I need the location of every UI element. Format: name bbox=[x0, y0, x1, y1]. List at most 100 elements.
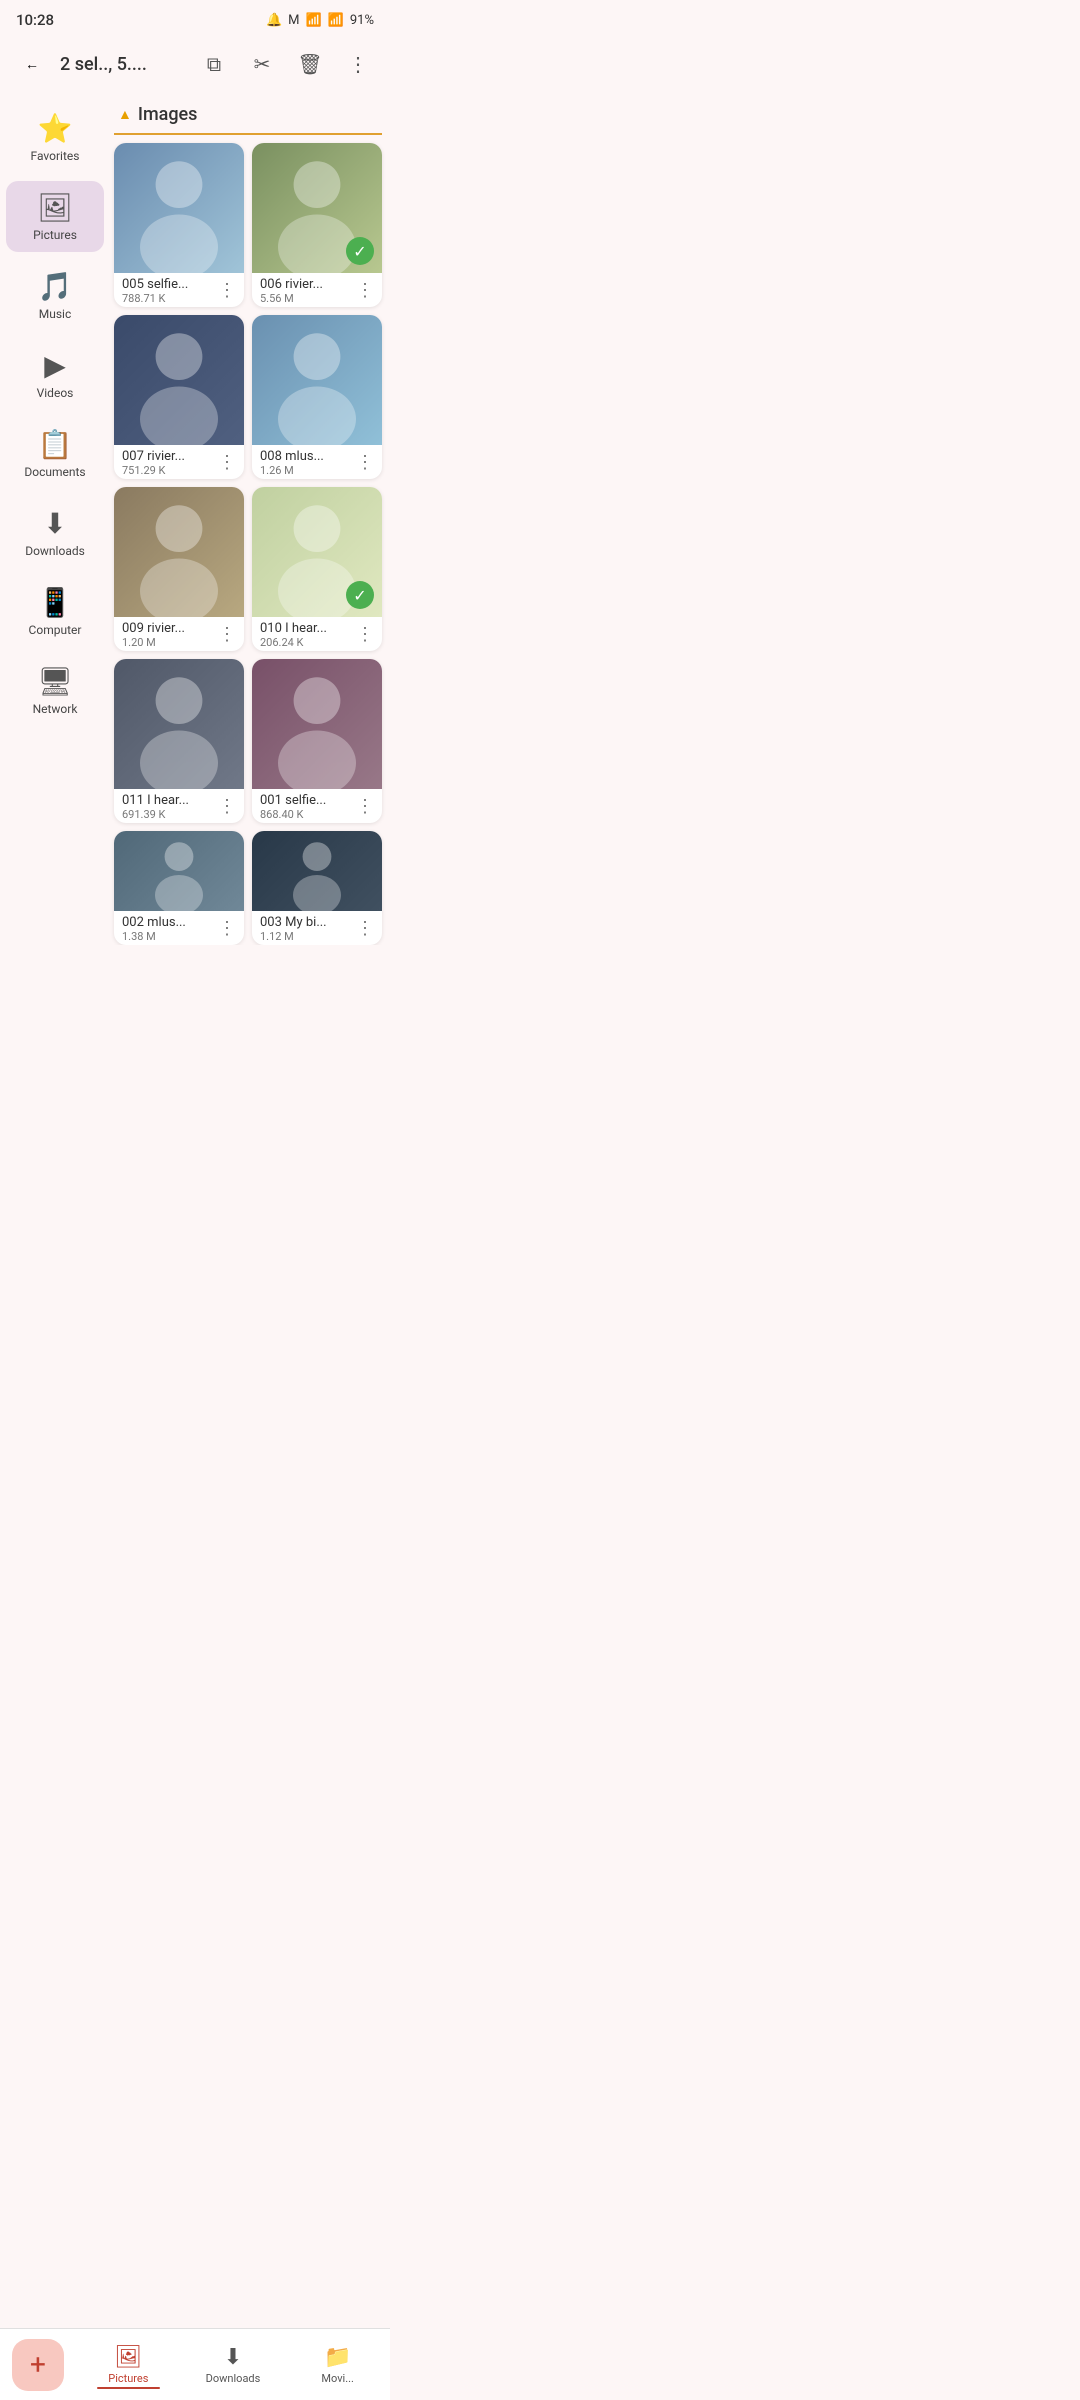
sidebar-item-videos[interactable]: ▶ Videos bbox=[6, 339, 104, 410]
cut-button[interactable]: ✂ bbox=[242, 44, 282, 84]
copy-button[interactable]: ⧉ bbox=[194, 44, 234, 84]
file-area: ▲ Images 005 selfie... 788.71 K ⋮ ✓ 0 bbox=[110, 92, 390, 945]
check-badge-2: ✓ bbox=[346, 237, 374, 265]
music-icon: 🎵 bbox=[38, 270, 73, 303]
file-more-btn-3[interactable]: ⋮ bbox=[218, 454, 236, 472]
sidebar-item-music[interactable]: 🎵 Music bbox=[6, 260, 104, 331]
file-size-10: 1.12 M bbox=[260, 930, 356, 943]
sidebar-item-network[interactable]: 🖥 Network bbox=[6, 655, 104, 726]
downloads-icon: ⬇ bbox=[43, 507, 66, 540]
more-button[interactable]: ⋮ bbox=[338, 44, 378, 84]
delete-icon: 🗑 bbox=[297, 52, 322, 76]
nav-tab-downloads[interactable]: ⬇ Downloads bbox=[181, 2341, 286, 2389]
file-info-9: 002 mlus... 1.38 M ⋮ bbox=[114, 911, 244, 945]
file-name-2: 006 rivier... bbox=[260, 277, 356, 292]
file-thumb-1 bbox=[114, 143, 244, 273]
status-bar: 10:28 🔔 M 📶 📶 91% bbox=[0, 0, 390, 36]
sidebar-label-favorites: Favorites bbox=[31, 149, 80, 163]
file-card-8[interactable]: 001 selfie... 868.40 K ⋮ bbox=[252, 659, 382, 823]
sidebar-item-computer[interactable]: 📱 Computer bbox=[6, 576, 104, 647]
file-more-btn-10[interactable]: ⋮ bbox=[356, 920, 374, 938]
file-thumb-6: ✓ bbox=[252, 487, 382, 617]
file-more-btn-9[interactable]: ⋮ bbox=[218, 920, 236, 938]
downloads-nav-icon: ⬇ bbox=[224, 2345, 242, 2370]
file-card-10[interactable]: 003 My bi... 1.12 M ⋮ bbox=[252, 831, 382, 945]
file-name-6: 010 I hear... bbox=[260, 621, 356, 636]
status-time: 10:28 bbox=[16, 11, 54, 29]
cut-icon: ✂ bbox=[254, 52, 271, 76]
file-info-8: 001 selfie... 868.40 K ⋮ bbox=[252, 789, 382, 823]
network-icon: 🖥 bbox=[37, 665, 73, 698]
movies-nav-icon: 📁 bbox=[324, 2345, 351, 2370]
nav-tab-pictures[interactable]: 🖼 Pictures bbox=[76, 2341, 181, 2389]
file-more-btn-5[interactable]: ⋮ bbox=[218, 626, 236, 644]
back-icon: ← bbox=[25, 56, 39, 73]
file-thumb-4 bbox=[252, 315, 382, 445]
toolbar: ← 2 sel.., 5.... ⧉ ✂ 🗑 ⋮ bbox=[0, 36, 390, 92]
file-thumb-2: ✓ bbox=[252, 143, 382, 273]
file-info-5: 009 rivier... 1.20 M ⋮ bbox=[114, 617, 244, 651]
file-more-btn-1[interactable]: ⋮ bbox=[218, 282, 236, 300]
sidebar-label-network: Network bbox=[33, 702, 78, 716]
nav-tab-movies[interactable]: 📁 Movi... bbox=[285, 2341, 390, 2389]
sidebar-item-documents[interactable]: 📋 Documents bbox=[6, 418, 104, 489]
back-button[interactable]: ← bbox=[12, 44, 52, 84]
copy-icon: ⧉ bbox=[207, 52, 221, 76]
sidebar-label-computer: Computer bbox=[29, 623, 82, 637]
file-size-6: 206.24 K bbox=[260, 636, 356, 649]
delete-button[interactable]: 🗑 bbox=[290, 44, 330, 84]
file-card-1[interactable]: 005 selfie... 788.71 K ⋮ bbox=[114, 143, 244, 307]
file-name-4: 008 mlus... bbox=[260, 449, 356, 464]
status-icons: 🔔 M 📶 📶 91% bbox=[266, 13, 374, 28]
gmail-icon: M bbox=[288, 13, 299, 28]
file-more-btn-7[interactable]: ⋮ bbox=[218, 798, 236, 816]
file-card-2[interactable]: ✓ 006 rivier... 5.56 M ⋮ bbox=[252, 143, 382, 307]
file-more-btn-2[interactable]: ⋮ bbox=[356, 282, 374, 300]
wifi-icon: 📶 bbox=[305, 13, 321, 28]
file-size-1: 788.71 K bbox=[122, 292, 218, 305]
file-more-btn-6[interactable]: ⋮ bbox=[356, 626, 374, 644]
file-info-6: 010 I hear... 206.24 K ⋮ bbox=[252, 617, 382, 651]
fab-button[interactable]: + bbox=[12, 2339, 64, 2391]
section-title: Images bbox=[138, 104, 198, 125]
file-card-4[interactable]: 008 mlus... 1.26 M ⋮ bbox=[252, 315, 382, 479]
sidebar-item-downloads[interactable]: ⬇ Downloads bbox=[6, 497, 104, 568]
sidebar-label-documents: Documents bbox=[24, 465, 85, 479]
documents-icon: 📋 bbox=[38, 428, 73, 461]
favorites-icon: ⭐ bbox=[38, 112, 73, 145]
file-info-2: 006 rivier... 5.56 M ⋮ bbox=[252, 273, 382, 307]
sidebar-label-pictures: Pictures bbox=[33, 228, 77, 242]
more-icon: ⋮ bbox=[348, 52, 368, 76]
file-size-2: 5.56 M bbox=[260, 292, 356, 305]
file-card-5[interactable]: 009 rivier... 1.20 M ⋮ bbox=[114, 487, 244, 651]
file-card-6[interactable]: ✓ 010 I hear... 206.24 K ⋮ bbox=[252, 487, 382, 651]
computer-icon: 📱 bbox=[38, 586, 73, 619]
bottom-nav: + 🖼 Pictures ⬇ Downloads 📁 Movi... bbox=[0, 2328, 390, 2400]
sidebar-item-favorites[interactable]: ⭐ Favorites bbox=[6, 102, 104, 173]
check-badge-6: ✓ bbox=[346, 581, 374, 609]
file-more-btn-8[interactable]: ⋮ bbox=[356, 798, 374, 816]
downloads-nav-label: Downloads bbox=[206, 2372, 261, 2385]
sidebar-label-videos: Videos bbox=[37, 386, 74, 400]
section-triangle-icon: ▲ bbox=[118, 106, 132, 123]
file-size-4: 1.26 M bbox=[260, 464, 356, 477]
file-name-10: 003 My bi... bbox=[260, 915, 356, 930]
file-size-9: 1.38 M bbox=[122, 930, 218, 943]
sidebar-label-music: Music bbox=[39, 307, 71, 321]
file-size-3: 751.29 K bbox=[122, 464, 218, 477]
videos-icon: ▶ bbox=[44, 349, 66, 382]
movies-nav-label: Movi... bbox=[321, 2372, 354, 2385]
file-name-7: 011 I hear... bbox=[122, 793, 218, 808]
signal-icon: 📶 bbox=[328, 13, 344, 28]
file-grid: 005 selfie... 788.71 K ⋮ ✓ 006 rivier...… bbox=[114, 143, 382, 945]
file-name-5: 009 rivier... bbox=[122, 621, 218, 636]
file-more-btn-4[interactable]: ⋮ bbox=[356, 454, 374, 472]
file-thumb-8 bbox=[252, 659, 382, 789]
pictures-icon: 🖼 bbox=[37, 191, 73, 224]
file-card-3[interactable]: 007 rivier... 751.29 K ⋮ bbox=[114, 315, 244, 479]
sidebar-item-pictures[interactable]: 🖼 Pictures bbox=[6, 181, 104, 252]
main-content: ⭐ Favorites 🖼 Pictures 🎵 Music ▶ Videos … bbox=[0, 92, 390, 945]
file-card-9[interactable]: 002 mlus... 1.38 M ⋮ bbox=[114, 831, 244, 945]
file-info-1: 005 selfie... 788.71 K ⋮ bbox=[114, 273, 244, 307]
file-card-7[interactable]: 011 I hear... 691.39 K ⋮ bbox=[114, 659, 244, 823]
